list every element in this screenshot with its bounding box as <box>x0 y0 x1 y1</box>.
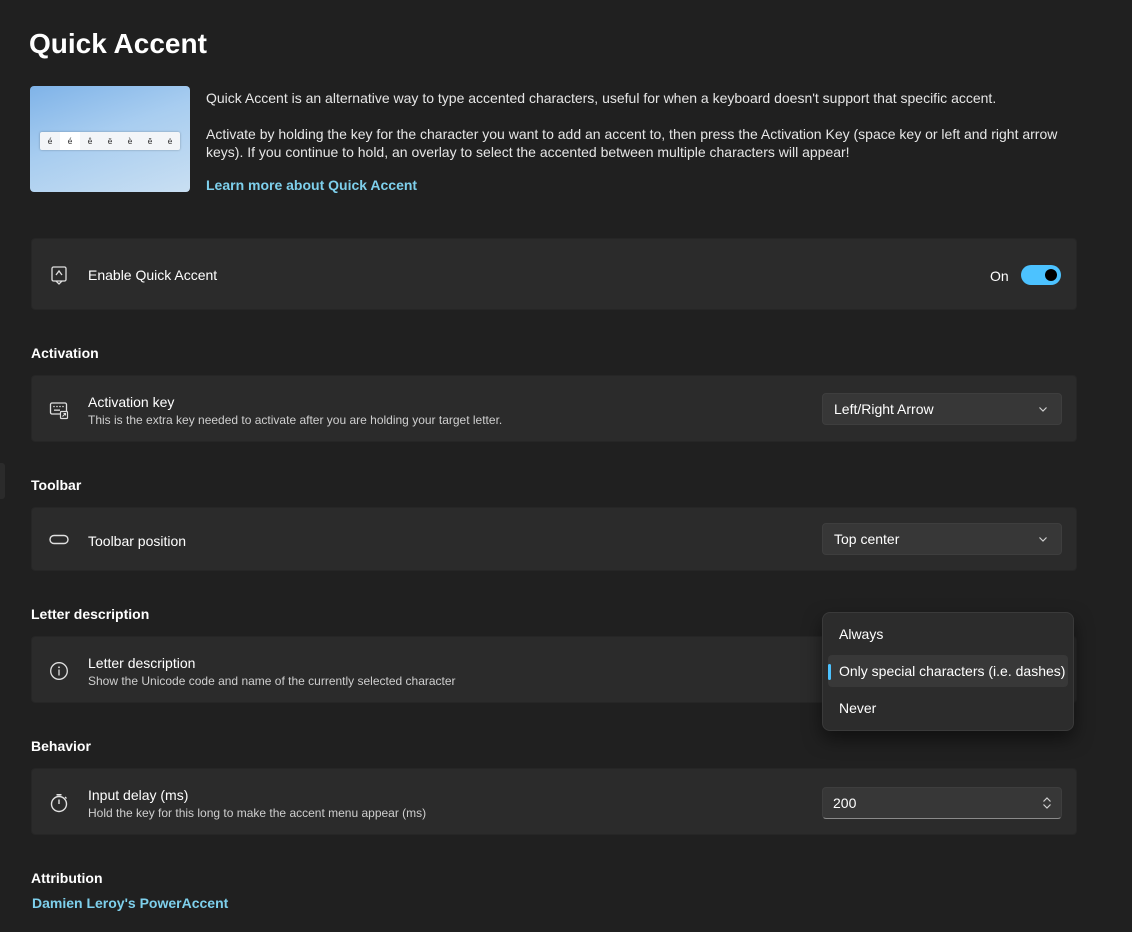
hero-key: é <box>47 136 53 146</box>
combobox-value: Top center <box>834 531 900 547</box>
numberbox-value: 200 <box>833 795 857 811</box>
learn-more-link[interactable]: Learn more about Quick Accent <box>206 176 417 194</box>
toolbar-position-title: Toolbar position <box>88 533 187 549</box>
dropdown-option-always[interactable]: Always <box>828 618 1068 650</box>
hero-key: ē <box>147 136 153 146</box>
intro-description: Quick Accent is an alternative way to ty… <box>206 90 997 106</box>
section-behavior: Behavior <box>31 738 91 754</box>
intro-activation-info: Activate by holding the key for the char… <box>206 126 1058 160</box>
nav-edge-handle <box>0 463 5 499</box>
spin-updown-icon[interactable] <box>1041 796 1053 810</box>
toggle-knob <box>1045 269 1057 281</box>
keyboard-icon <box>49 400 69 420</box>
toolbar-position-icon <box>49 530 69 550</box>
dropdown-option-never[interactable]: Never <box>828 692 1068 724</box>
section-letter-description: Letter description <box>31 606 150 622</box>
hero-key: ê <box>87 136 93 146</box>
hero-key: ė <box>167 136 173 146</box>
toolbar-card: Toolbar position Top center <box>31 507 1077 571</box>
hero-key: è <box>127 136 133 146</box>
hero-key: ë <box>107 136 113 146</box>
enable-toggle[interactable] <box>1021 265 1061 285</box>
section-attribution: Attribution <box>31 870 103 886</box>
enable-label: Enable Quick Accent <box>88 267 218 283</box>
info-icon <box>49 661 69 681</box>
attribution-link[interactable]: Damien Leroy's PowerAccent <box>32 895 228 911</box>
activation-key-title: Activation key <box>88 394 175 410</box>
section-toolbar: Toolbar <box>31 477 82 493</box>
activation-card: Activation key This is the extra key nee… <box>31 375 1077 442</box>
selection-indicator <box>828 664 831 680</box>
letter-description-title: Letter description <box>88 655 196 671</box>
input-delay-card: Input delay (ms) Hold the key for this l… <box>31 768 1077 835</box>
timer-icon <box>49 793 69 813</box>
input-delay-desc: Hold the key for this long to make the a… <box>88 806 427 820</box>
letter-description-dropdown: Always Only special characters (i.e. das… <box>822 612 1074 731</box>
chevron-down-icon <box>1039 537 1047 542</box>
section-activation: Activation <box>31 345 99 361</box>
hero-image: é é ê ë è ē ė <box>30 86 190 192</box>
input-delay-title: Input delay (ms) <box>88 787 189 803</box>
dropdown-option-special-characters[interactable]: Only special characters (i.e. dashes) <box>828 655 1068 687</box>
option-label: Only special characters (i.e. dashes) <box>839 663 1066 679</box>
activation-key-combobox[interactable]: Left/Right Arrow <box>822 393 1062 425</box>
activation-key-desc: This is the extra key needed to activate… <box>88 413 503 427</box>
quick-accent-icon <box>49 265 69 285</box>
enable-card: Enable Quick Accent On <box>31 238 1077 310</box>
letter-description-desc: Show the Unicode code and name of the cu… <box>88 674 456 688</box>
option-label: Always <box>839 626 884 642</box>
page-title: Quick Accent <box>29 28 207 59</box>
toolbar-position-combobox[interactable]: Top center <box>822 523 1062 555</box>
combobox-value: Left/Right Arrow <box>834 401 934 417</box>
chevron-down-icon <box>1039 407 1047 412</box>
option-label: Never <box>839 700 877 716</box>
input-delay-numberbox[interactable]: 200 <box>822 787 1062 819</box>
hero-key-selected: é <box>60 132 80 150</box>
toggle-state-text: On <box>990 268 1009 284</box>
hero-toolbar-preview: é é ê ë è ē ė <box>40 132 180 150</box>
